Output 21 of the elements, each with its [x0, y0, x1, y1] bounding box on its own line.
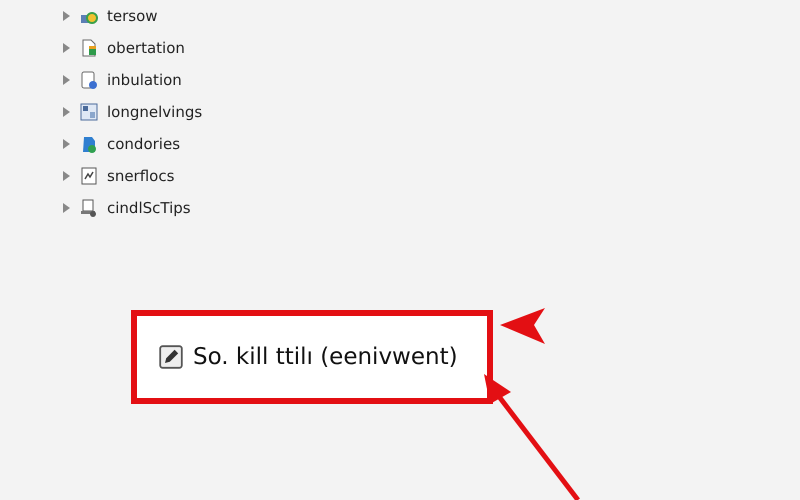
pencil-icon	[159, 345, 183, 369]
expand-icon[interactable]	[62, 171, 71, 181]
tree-item[interactable]: cindlScTips	[62, 192, 800, 224]
tree-item[interactable]: tersow	[62, 0, 800, 32]
tree-item[interactable]: inbulation	[62, 64, 800, 96]
tree-item[interactable]: longnelvings	[62, 96, 800, 128]
arrow-icon	[500, 308, 545, 344]
file-icon	[79, 102, 99, 122]
tree-item[interactable]: snerflocs	[62, 160, 800, 192]
expand-icon[interactable]	[62, 139, 71, 149]
expand-icon[interactable]	[62, 75, 71, 85]
expand-icon[interactable]	[62, 43, 71, 53]
tree-item[interactable]: condories	[62, 128, 800, 160]
expand-icon[interactable]	[62, 203, 71, 213]
expand-icon[interactable]	[62, 107, 71, 117]
file-icon	[79, 70, 99, 90]
callout-text: So. kill ttilı (eenivwent)	[193, 342, 458, 372]
expand-icon[interactable]	[62, 11, 71, 21]
file-icon	[79, 166, 99, 186]
file-icon	[79, 198, 99, 218]
tree-item[interactable]: obertation	[62, 32, 800, 64]
